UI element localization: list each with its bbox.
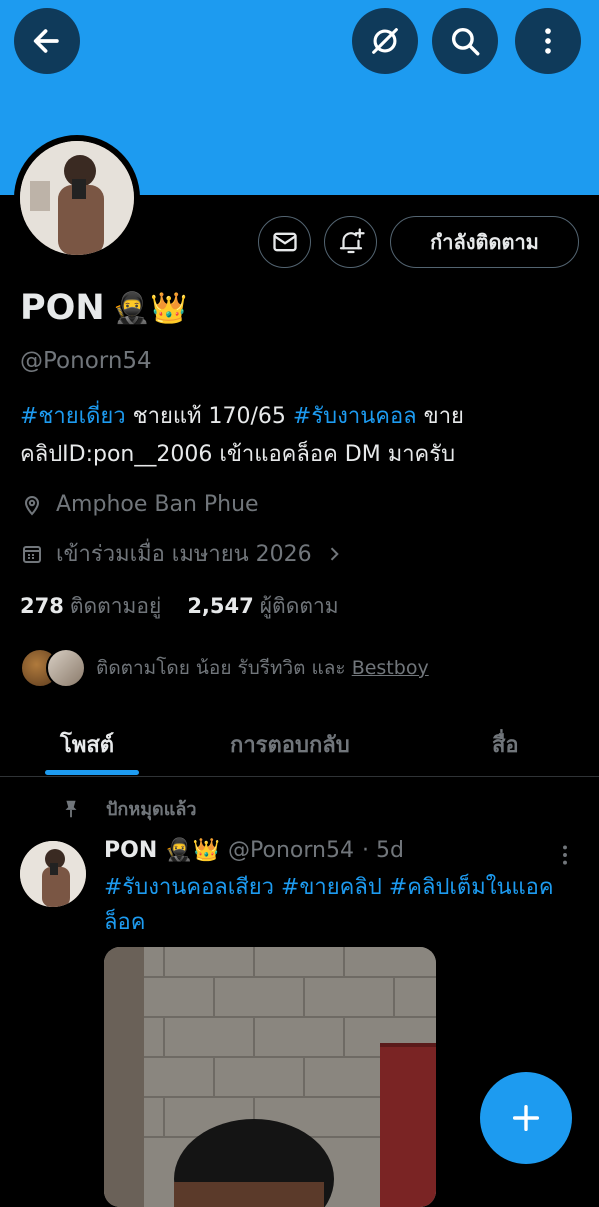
more-button[interactable] [515,8,581,74]
following-label: ติดตามอยู่ [69,594,162,618]
profile-avatar[interactable] [14,135,140,261]
post-author-handle[interactable]: @Ponorn54 [228,838,354,863]
following-count: 278 [20,594,64,618]
bio-hashtag-link[interactable]: #ชายเดี่ยว [20,404,126,429]
search-button[interactable] [432,8,498,74]
post-author-emojis: 🥷👑 [165,838,221,863]
profile-name-emojis: 🥷👑 [112,290,188,326]
profile-location: Amphoe Ban Phue [20,492,259,517]
followed-by-prefix: ติดตามโดย น้อย รับรีทวิต และ [96,657,352,679]
followers-count: 2,547 [187,594,254,618]
post-more-button[interactable] [552,842,578,872]
avatar-image [20,141,134,255]
compose-button[interactable] [480,1072,572,1164]
pin-icon [65,800,77,817]
following-button-label: กำลังติดตาม [430,230,539,254]
profile-name: PON 🥷👑 [20,288,187,328]
mail-icon [272,232,297,252]
arrow-left-icon [33,29,59,53]
bio-hashtag-link[interactable]: #รับงานคอล [293,404,417,429]
followed-by-text: ติดตามโดย น้อย รับรีทวิต และ Bestboy [96,653,429,683]
profile-name-text: PON [20,288,105,328]
pinned-indicator: ปักหมุดแล้ว [60,794,196,823]
followers-label: ผู้ติดตาม [259,594,339,618]
following-button[interactable]: กำลังติดตาม [390,216,579,268]
location-text: Amphoe Ban Phue [56,492,259,517]
joined-text: เข้าร่วมเมื่อ เมษายน 2026 [56,542,312,567]
followed-by-link[interactable]: Bestboy [352,657,429,679]
plus-icon [512,1104,540,1132]
post-time[interactable]: · 5d [362,838,404,863]
bell-plus-icon [339,228,365,254]
more-vertical-icon [545,28,551,54]
profile-stats: 278 ติดตามอยู่ 2,547 ผู้ติดตาม [20,590,339,623]
more-vertical-icon [563,845,567,865]
tab-media[interactable]: สื่อ [492,712,519,776]
tab-replies[interactable]: การตอบกลับ [230,712,350,776]
bio-text: ชายแท้ 170/65 [125,404,293,429]
post-header: PON 🥷👑 @Ponorn54 · 5d [104,838,404,863]
message-button[interactable] [258,216,311,268]
post-author-name[interactable]: PON [104,838,157,863]
pinned-label: ปักหมุดแล้ว [106,799,197,820]
search-icon [451,27,480,56]
active-tab-indicator [45,770,139,775]
profile-bio: #ชายเดี่ยว ชายแท้ 170/65 #รับงานคอล ขายค… [20,398,580,474]
location-pin-icon [24,495,40,515]
notify-button[interactable] [324,216,377,268]
tab-posts[interactable]: โพสต์ [60,712,114,776]
chevron-right-icon [330,546,339,561]
follower-avatar [46,648,86,688]
post-media[interactable] [104,947,436,1207]
followed-by-row[interactable]: ติดตามโดย น้อย รับรีทวิต และ Bestboy [20,648,429,688]
post-text[interactable]: #รับงานคอลเสียว #ขายคลิป #คลิปเต็มในแอคล… [104,870,574,940]
profile-joined[interactable]: เข้าร่วมเมื่อ เมษายน 2026 [20,536,344,571]
followers-stat[interactable]: 2,547 ผู้ติดตาม [187,590,338,623]
following-stat[interactable]: 278 ติดตามอยู่ [20,590,161,623]
back-button[interactable] [14,8,80,74]
profile-handle: @Ponorn54 [20,348,152,374]
calendar-icon [23,545,41,563]
translate-toggle-button[interactable] [352,8,418,74]
post-author-avatar[interactable] [20,841,86,907]
no-translate-icon [372,28,398,54]
followed-by-avatars [20,648,86,688]
profile-tabs: โพสต์ การตอบกลับ สื่อ [0,712,599,777]
